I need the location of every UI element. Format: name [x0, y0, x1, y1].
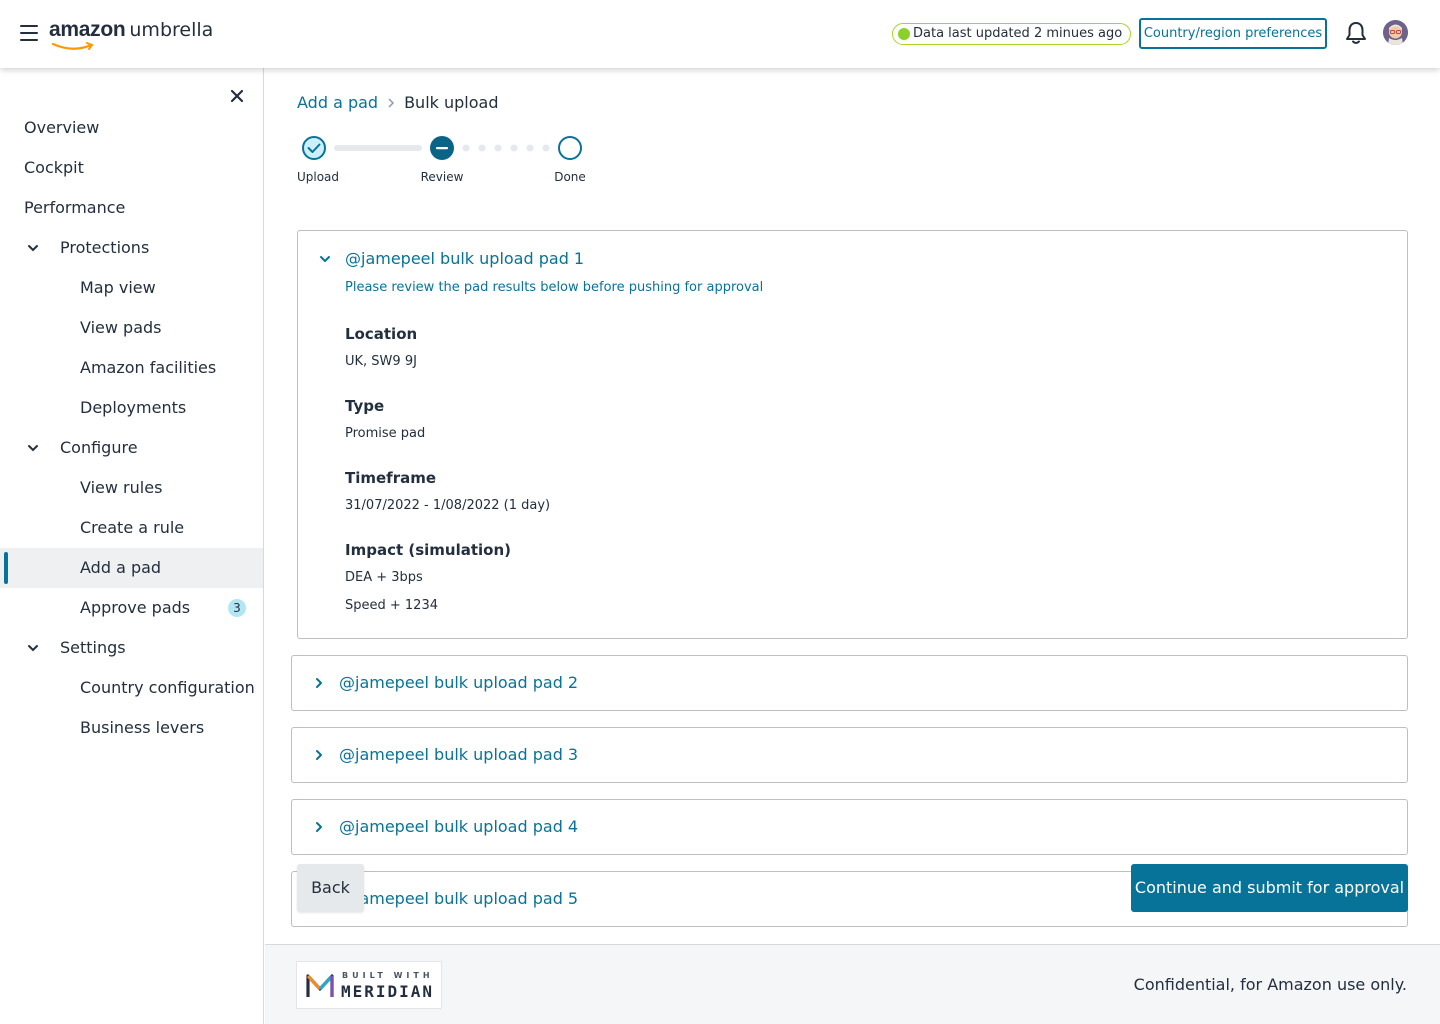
sidebar-item-view-pads[interactable]: View pads: [0, 308, 263, 348]
amazon-smile-icon: [51, 42, 94, 50]
sidebar-item-protections[interactable]: Protections: [0, 228, 263, 268]
bell-icon[interactable]: [1345, 21, 1367, 45]
breadcrumb-add-a-pad[interactable]: Add a pad: [297, 93, 378, 112]
chevron-down-icon[interactable]: [319, 253, 331, 265]
submit-for-approval-button[interactable]: Continue and submit for approval: [1131, 864, 1408, 912]
sidebar-item-deployments[interactable]: Deployments: [0, 388, 263, 428]
sidebar-item-performance[interactable]: Performance: [0, 188, 263, 228]
sidebar-item-label: Country configuration: [80, 678, 255, 697]
type-value: Promise pad: [345, 426, 426, 441]
breadcrumb-bulk-upload: Bulk upload: [404, 93, 499, 112]
pad-title[interactable]: @jamepeel bulk upload pad 2: [339, 673, 578, 692]
pad-card-4[interactable]: @jamepeel bulk upload pad 4: [291, 799, 1408, 855]
confidential-notice: Confidential, for Amazon use only.: [1133, 975, 1407, 994]
sidebar-item-amazon-facilities[interactable]: Amazon facilities: [0, 348, 263, 388]
back-button[interactable]: Back: [297, 864, 364, 912]
chevron-right-icon[interactable]: [313, 821, 325, 833]
country-preferences-button[interactable]: Country/region preferences: [1139, 18, 1327, 49]
avatar-icon: [1383, 20, 1408, 45]
status-text: Data last updated 2 minues ago: [913, 26, 1123, 41]
progress-stepper: [302, 136, 582, 160]
sidebar-item-label: Settings: [60, 638, 126, 657]
pending-count-badge: 3: [228, 599, 246, 617]
chevron-down-icon[interactable]: [27, 443, 39, 453]
sidebar-item-approve-pads[interactable]: Approve pads 3: [0, 588, 263, 628]
pad-card-1: @jamepeel bulk upload pad 1 Please revie…: [297, 230, 1408, 639]
pad-card-3[interactable]: @jamepeel bulk upload pad 3: [291, 727, 1408, 783]
built-with-meridian-logo: BUILT WITH MERIDIAN: [296, 961, 442, 1009]
built-with-text: BUILT WITH: [342, 971, 434, 980]
sidebar-item-label: Amazon facilities: [80, 358, 217, 377]
step-upload-check-icon: [302, 136, 326, 160]
sidebar-item-map-view[interactable]: Map view: [0, 268, 263, 308]
sidebar-item-country-configuration[interactable]: Country configuration: [0, 668, 263, 708]
step-label-done: Done: [554, 170, 586, 184]
chevron-right-icon: [387, 92, 395, 114]
top-bar: amazon umbrella Data last updated 2 minue…: [0, 0, 1440, 68]
brand-name: amazon: [49, 18, 126, 41]
breadcrumb: Add a pad Bulk upload: [297, 92, 498, 114]
page-footer: BUILT WITH MERIDIAN Confidential, for Am…: [265, 944, 1440, 1024]
sidebar-item-business-levers[interactable]: Business levers: [0, 708, 263, 748]
status-dot-icon: [898, 28, 910, 40]
step-done-icon: [558, 136, 582, 160]
sidebar-item-configure[interactable]: Configure: [0, 428, 263, 468]
sidebar-item-overview[interactable]: Overview: [0, 108, 263, 148]
meridian-text: MERIDIAN: [341, 982, 435, 1001]
stepper-track-complete: [334, 145, 422, 151]
timeframe-value: 31/07/2022 - 1/08/2022 (1 day): [345, 498, 551, 513]
sidebar-item-label: View pads: [80, 318, 162, 337]
step-label-review: Review: [420, 170, 464, 184]
stepper-dots: [462, 144, 550, 152]
sidebar-item-label: Create a rule: [80, 518, 185, 537]
sidebar-item-view-rules[interactable]: View rules: [0, 468, 263, 508]
sidebar-item-label: Protections: [60, 238, 150, 257]
sidebar-item-label: Performance: [24, 198, 126, 217]
impact-label: Impact (simulation): [345, 541, 512, 559]
location-value: UK, SW9 9J: [345, 354, 417, 369]
chevron-down-icon[interactable]: [27, 643, 39, 653]
step-label-upload: Upload: [296, 170, 340, 184]
sidebar-item-label: Cockpit: [24, 158, 84, 177]
pad-review-note: Please review the pad results below befo…: [345, 280, 764, 295]
step-review-current-icon: [430, 136, 454, 160]
chevron-right-icon[interactable]: [313, 677, 325, 689]
sidebar-item-add-a-pad[interactable]: Add a pad: [0, 548, 263, 588]
pad-title[interactable]: @jamepeel bulk upload pad 3: [339, 745, 578, 764]
sidebar-item-label: Overview: [24, 118, 100, 137]
sidebar-item-create-a-rule[interactable]: Create a rule: [0, 508, 263, 548]
sidebar-item-label: Map view: [80, 278, 156, 297]
pad-card-2[interactable]: @jamepeel bulk upload pad 2: [291, 655, 1408, 711]
location-label: Location: [345, 325, 418, 343]
user-avatar[interactable]: [1383, 20, 1408, 45]
meridian-logo-icon: [306, 974, 334, 997]
app-logo[interactable]: amazon umbrella: [49, 18, 213, 52]
impact-dea-value: DEA + 3bps: [345, 570, 423, 585]
chevron-down-icon[interactable]: [27, 243, 39, 253]
sidebar-item-label: Configure: [60, 438, 138, 457]
pad-title[interactable]: @jamepeel bulk upload pad 1: [345, 249, 584, 268]
sidebar-item-label: Business levers: [80, 718, 205, 737]
pad-title[interactable]: @jamepeel bulk upload pad 5: [339, 889, 578, 908]
app-name: umbrella: [129, 19, 214, 41]
data-status-badge: Data last updated 2 minues ago: [892, 23, 1132, 45]
timeframe-label: Timeframe: [345, 469, 437, 487]
pad-title[interactable]: @jamepeel bulk upload pad 4: [339, 817, 578, 836]
sidebar-item-label: View rules: [80, 478, 163, 497]
type-label: Type: [345, 397, 385, 415]
impact-speed-value: Speed + 1234: [345, 598, 438, 613]
sidebar-item-label: Deployments: [80, 398, 187, 417]
sidebar-item-label: Approve pads: [80, 598, 191, 617]
sidebar-item-cockpit[interactable]: Cockpit: [0, 148, 263, 188]
close-sidebar-icon[interactable]: [229, 88, 245, 104]
sidebar-item-label: Add a pad: [80, 558, 162, 577]
chevron-right-icon[interactable]: [313, 749, 325, 761]
sidebar-item-settings[interactable]: Settings: [0, 628, 263, 668]
menu-icon[interactable]: [20, 25, 38, 41]
sidebar-nav: Overview Cockpit Performance Protections Map…: [0, 68, 264, 1024]
